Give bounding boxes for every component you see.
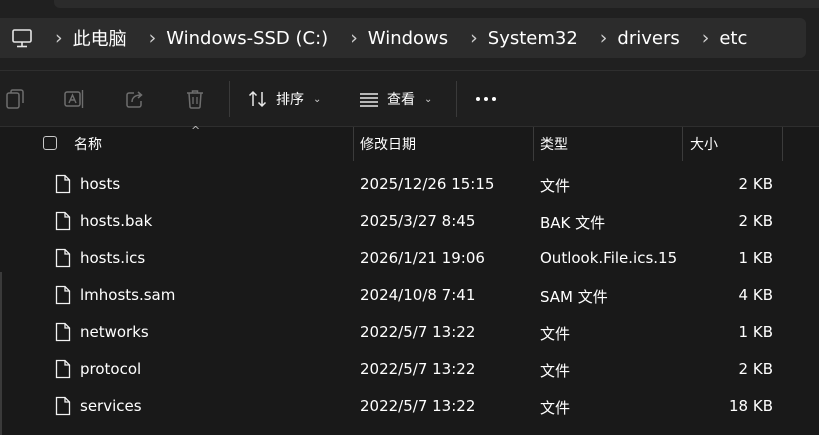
file-type: 文件 <box>540 362 571 380</box>
copy-icon[interactable] <box>4 88 26 110</box>
table-row[interactable]: hosts.ics 2026/1/21 19:06 Outlook.File.ics… <box>0 240 819 277</box>
file-size: 2 KB <box>738 212 773 230</box>
delete-icon[interactable] <box>184 88 206 110</box>
sort-label: 排序 <box>276 92 304 108</box>
file-name: networks <box>80 323 149 341</box>
file-size: 1 KB <box>738 249 773 267</box>
file-type: Outlook.File.ics.15 <box>540 249 678 267</box>
view-button[interactable]: 查看 ⌄ <box>358 85 432 113</box>
column-header-type[interactable]: 类型 <box>540 134 568 154</box>
more-icon[interactable] <box>476 97 496 101</box>
file-date: 2024/10/8 7:41 <box>360 286 476 304</box>
file-icon <box>55 285 71 305</box>
file-date: 2022/5/7 13:22 <box>360 323 476 341</box>
file-size: 4 KB <box>738 286 773 304</box>
column-divider[interactable] <box>353 127 354 161</box>
file-name: services <box>80 397 142 415</box>
file-name: hosts.bak <box>80 212 153 230</box>
file-name: hosts.ics <box>80 249 146 267</box>
file-type: SAM 文件 <box>540 288 608 306</box>
rename-icon[interactable] <box>63 88 85 110</box>
column-header-date[interactable]: 修改日期 <box>360 134 416 154</box>
address-bar[interactable]: › 此电脑 › Windows-SSD (C:) › Windows › Sys… <box>0 18 806 58</box>
file-name: protocol <box>80 360 142 378</box>
chevron-right-icon[interactable]: › <box>55 28 63 48</box>
chevron-right-icon[interactable]: › <box>702 28 710 48</box>
view-icon <box>360 93 378 107</box>
select-all-checkbox[interactable] <box>43 136 57 150</box>
chevron-right-icon[interactable]: › <box>470 28 478 48</box>
file-name: lmhosts.sam <box>80 286 176 304</box>
computer-icon[interactable] <box>11 27 33 49</box>
table-row[interactable]: lmhosts.sam 2024/10/8 7:41 SAM 文件 4 KB <box>0 277 819 314</box>
toolbar-divider <box>229 81 230 117</box>
file-date: 2026/1/21 19:06 <box>360 249 485 267</box>
file-icon <box>55 396 71 416</box>
breadcrumb-system32[interactable]: System32 <box>488 28 578 49</box>
breadcrumb-etc[interactable]: etc <box>719 28 747 49</box>
breadcrumb-windows[interactable]: Windows <box>368 28 448 49</box>
column-header-name[interactable]: 名称 <box>74 134 102 154</box>
table-row[interactable]: services 2022/5/7 13:22 文件 18 KB <box>0 388 819 425</box>
view-label: 查看 <box>387 92 415 108</box>
chevron-right-icon[interactable]: › <box>149 28 157 48</box>
column-divider[interactable] <box>782 127 783 161</box>
breadcrumb-drivers[interactable]: drivers <box>617 28 679 49</box>
file-size: 1 KB <box>738 323 773 341</box>
sort-icon <box>248 90 267 108</box>
table-row[interactable]: hosts.bak 2025/3/27 8:45 BAK 文件 2 KB <box>0 203 819 240</box>
chevron-right-icon[interactable]: › <box>350 28 358 48</box>
file-size: 2 KB <box>738 360 773 378</box>
share-icon[interactable] <box>124 88 146 110</box>
file-type: 文件 <box>540 399 571 417</box>
file-icon <box>55 322 71 342</box>
file-name: hosts <box>80 175 121 193</box>
table-row[interactable]: hosts 2025/12/26 15:15 文件 2 KB <box>0 166 819 203</box>
column-header-size[interactable]: 大小 <box>690 134 718 154</box>
breadcrumb-drive[interactable]: Windows-SSD (C:) <box>166 28 328 49</box>
table-row[interactable]: networks 2022/5/7 13:22 文件 1 KB <box>0 314 819 351</box>
chevron-down-icon: ⌄ <box>313 93 322 105</box>
toolbar-divider <box>456 81 457 117</box>
file-type: 文件 <box>540 177 571 195</box>
file-size: 2 KB <box>738 175 773 193</box>
chevron-right-icon[interactable]: › <box>600 28 608 48</box>
file-icon <box>55 248 71 268</box>
chevron-down-icon: ⌄ <box>424 93 433 105</box>
breadcrumb-this-pc[interactable]: 此电脑 <box>73 25 127 51</box>
command-bar: 排序 ⌄ 查看 ⌄ <box>0 70 819 127</box>
sort-button[interactable]: 排序 ⌄ <box>247 85 321 113</box>
file-icon <box>55 359 71 379</box>
file-date: 2022/5/7 13:22 <box>360 360 476 378</box>
file-size: 18 KB <box>729 397 773 415</box>
table-row[interactable]: protocol 2022/5/7 13:22 文件 2 KB <box>0 351 819 388</box>
column-divider[interactable] <box>682 127 683 161</box>
file-date: 2025/3/27 8:45 <box>360 212 476 230</box>
file-icon <box>55 174 71 194</box>
file-type: BAK 文件 <box>540 214 606 232</box>
sort-ascending-icon: ^ <box>191 124 201 137</box>
file-icon <box>55 211 71 231</box>
column-divider[interactable] <box>533 127 534 161</box>
file-date: 2022/5/7 13:22 <box>360 397 476 415</box>
tab-strip <box>54 0 819 8</box>
file-type: 文件 <box>540 325 571 343</box>
file-date: 2025/12/26 15:15 <box>360 175 495 193</box>
